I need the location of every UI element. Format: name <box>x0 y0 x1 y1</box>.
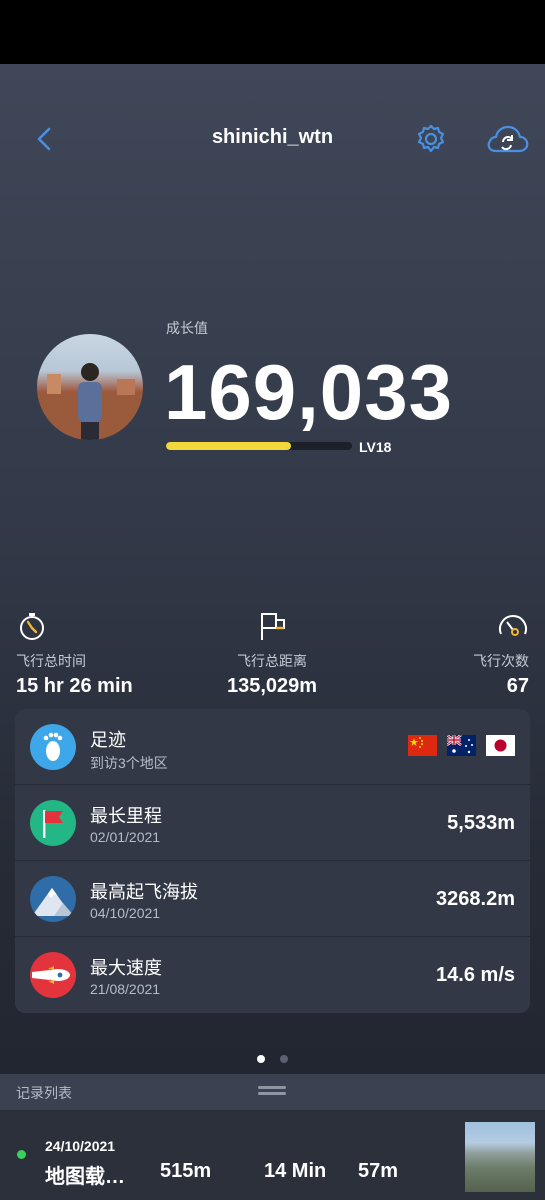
achievement-date: 02/01/2021 <box>90 829 161 845</box>
australia-flag-icon <box>447 735 476 756</box>
rocket-icon <box>30 952 76 998</box>
stat-time-value: 15 hr 26 min <box>16 675 133 697</box>
achievement-longest-distance[interactable]: 最长里程 02/01/2021 5,533m <box>15 785 530 861</box>
gear-icon <box>417 124 445 153</box>
record-altitude: 57m <box>358 1160 399 1182</box>
footprint-icon <box>30 724 76 770</box>
achievement-date: 04/10/2021 <box>90 905 161 921</box>
level-progress-fill <box>166 442 291 450</box>
record-thumbnail[interactable] <box>465 1122 535 1192</box>
record-name: 地图载… <box>45 1166 125 1188</box>
achievement-footprint[interactable]: 足迹 到访3个地区 <box>15 709 530 785</box>
speedometer-icon <box>499 615 527 636</box>
level-progress-bar <box>166 442 352 450</box>
page-title: shinichi_wtn <box>211 126 334 148</box>
red-flag-icon <box>30 800 76 846</box>
stat-total-time: 飞行总时间 15 hr 26 min <box>16 610 133 698</box>
stopwatch-icon <box>20 613 44 640</box>
profile-screen: shinichi_wtn 成长值 169,033 LV18 飞行总时间 15 h… <box>0 64 545 1200</box>
page-dot[interactable] <box>279 1055 288 1063</box>
china-flag-icon <box>408 735 437 756</box>
achievement-date: 21/08/2021 <box>90 981 161 997</box>
stat-count-value: 67 <box>506 675 529 697</box>
achievements-card: 足迹 到访3个地区 最长里程 02/01/2021 5,533m 最高起飞海拔 … <box>15 709 530 1013</box>
drag-handle-icon[interactable] <box>258 1086 286 1096</box>
stat-count-label: 飞行次数 <box>473 653 529 669</box>
stat-total-distance: 飞行总距离 135,029m <box>222 610 322 698</box>
sync-button[interactable] <box>484 122 530 156</box>
achievement-subtitle: 到访3个地区 <box>90 755 168 771</box>
stat-time-label: 飞行总时间 <box>16 653 86 669</box>
avatar[interactable] <box>37 334 143 440</box>
japan-flag-icon <box>486 735 515 756</box>
page-indicator <box>0 1050 545 1068</box>
growth-value: 169,033 <box>164 348 453 436</box>
stat-distance-label: 飞行总距离 <box>237 653 307 669</box>
achievement-value: 14.6 m/s <box>436 964 515 986</box>
mountain-icon <box>30 876 76 922</box>
record-duration: 14 Min <box>264 1160 327 1182</box>
records-label: 记录列表 <box>16 1085 72 1101</box>
achievement-title: 足迹 <box>90 730 126 750</box>
record-date: 24/10/2021 <box>45 1138 116 1154</box>
achievement-title: 最长里程 <box>90 806 162 826</box>
growth-label: 成长值 <box>166 320 208 336</box>
achievement-value: 3268.2m <box>436 888 515 910</box>
cloud-sync-icon <box>487 125 529 153</box>
page-dot-active[interactable] <box>257 1055 266 1063</box>
record-item[interactable]: 24/10/2021 地图载… 515m 14 Min 57m <box>0 1110 545 1200</box>
settings-button[interactable] <box>414 122 448 156</box>
record-status-dot <box>17 1150 26 1159</box>
achievement-title: 最大速度 <box>90 958 162 978</box>
stat-distance-value: 135,029m <box>226 675 318 697</box>
header: shinichi_wtn <box>0 114 545 164</box>
achievement-value: 5,533m <box>447 812 515 834</box>
records-header[interactable]: 记录列表 <box>0 1074 545 1110</box>
flag-icon <box>261 613 285 640</box>
stat-flight-count: 飞行次数 67 <box>473 610 529 698</box>
record-distance: 515m <box>160 1160 212 1182</box>
achievement-highest-altitude[interactable]: 最高起飞海拔 04/10/2021 3268.2m <box>15 861 530 937</box>
status-bar <box>0 0 545 64</box>
achievement-title: 最高起飞海拔 <box>90 882 198 902</box>
level-label: LV18 <box>359 439 392 455</box>
avatar-photo <box>37 363 143 440</box>
achievement-max-speed[interactable]: 最大速度 21/08/2021 14.6 m/s <box>15 937 530 1013</box>
visited-flags <box>408 735 515 756</box>
